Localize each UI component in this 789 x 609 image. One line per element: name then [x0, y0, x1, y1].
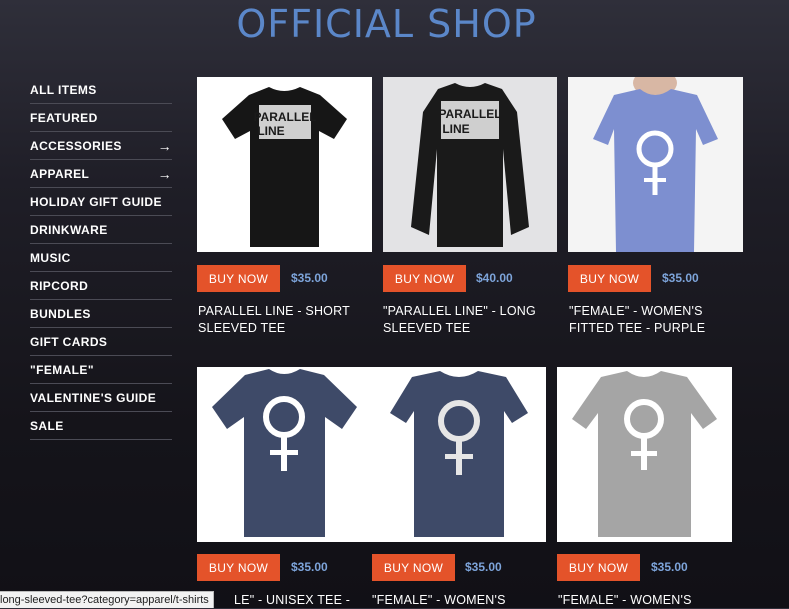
product-price: $40.00 [476, 271, 513, 285]
sidebar-item-music[interactable]: MUSIC [30, 244, 172, 272]
sidebar-item-label: HOLIDAY GIFT GUIDE [30, 194, 162, 209]
product-title-line: FITTED TEE - PURPLE [569, 321, 706, 335]
sidebar-item-gift-cards[interactable]: GIFT CARDS [30, 328, 172, 356]
sidebar-item-label: ACCESSORIES [30, 138, 122, 153]
product-title-line: SLEEVED TEE [198, 321, 286, 335]
sidebar-item-label: MUSIC [30, 250, 71, 265]
product-title[interactable]: LE" - UNISEX TEE - [234, 592, 394, 609]
product-title[interactable]: PARALLEL LINE - SHORT SLEEVED TEE [198, 303, 378, 337]
svg-text:LINE: LINE [442, 122, 469, 136]
product-title-line: PARALLEL LINE - SHORT [198, 304, 350, 318]
sidebar-item-label: FEATURED [30, 110, 98, 125]
buy-now-button[interactable]: BUY NOW [568, 265, 651, 292]
sidebar-item-sale[interactable]: SALE [30, 412, 172, 440]
buy-now-button[interactable]: BUY NOW [197, 554, 280, 581]
sidebar-item-valentines-guide[interactable]: VALENTINE'S GUIDE [30, 384, 172, 412]
buy-now-button[interactable]: BUY NOW [383, 265, 466, 292]
product-title[interactable]: "FEMALE" - WOMEN'S FITTED TEE - PURPLE [569, 303, 749, 337]
product-title-line: SLEEVED TEE [383, 321, 471, 335]
product-title-line: "FEMALE" - WOMEN'S [372, 593, 506, 607]
product-title[interactable]: "FEMALE" - WOMEN'S [558, 592, 738, 609]
product-title[interactable]: "PARALLEL LINE" - LONG SLEEVED TEE [383, 303, 563, 337]
svg-text:PARALLEL: PARALLEL [253, 110, 316, 124]
product-price: $35.00 [291, 560, 328, 574]
buy-now-button[interactable]: BUY NOW [557, 554, 640, 581]
product-title-line: LE" - UNISEX TEE - [234, 593, 351, 607]
sidebar-item-label: GIFT CARDS [30, 334, 108, 349]
product-image[interactable]: PARALLEL LINE [383, 77, 557, 252]
buy-now-button[interactable]: BUY NOW [197, 265, 280, 292]
sidebar-item-label: VALENTINE'S GUIDE [30, 390, 157, 405]
sidebar-item-label: BUNDLES [30, 306, 91, 321]
sidebar-item-featured[interactable]: FEATURED [30, 104, 172, 132]
sidebar-item-holiday-gift-guide[interactable]: HOLIDAY GIFT GUIDE [30, 188, 172, 216]
product-image[interactable]: PARALLEL LINE [197, 77, 372, 252]
product-price: $35.00 [662, 271, 699, 285]
product-title-line: "PARALLEL LINE" - LONG [383, 304, 536, 318]
sidebar-item-label: SALE [30, 418, 64, 433]
product-price: $35.00 [465, 560, 502, 574]
product-price: $35.00 [651, 560, 688, 574]
sidebar-item-label: APPAREL [30, 166, 90, 181]
product-image[interactable] [557, 367, 732, 542]
product-title[interactable]: "FEMALE" - WOMEN'S [372, 592, 552, 609]
sidebar-item-label: DRINKWARE [30, 222, 108, 237]
sidebar-item-all-items[interactable]: ALL ITEMS [30, 76, 172, 104]
product-title-line: "FEMALE" - WOMEN'S [558, 593, 692, 607]
svg-text:PARALLEL: PARALLEL [438, 107, 501, 121]
sidebar-item-bundles[interactable]: BUNDLES [30, 300, 172, 328]
arrow-right-icon[interactable]: → [158, 138, 172, 154]
product-image[interactable] [197, 367, 372, 542]
sidebar-item-ripcord[interactable]: RIPCORD [30, 272, 172, 300]
buy-now-button[interactable]: BUY NOW [372, 554, 455, 581]
category-sidebar: ALL ITEMS FEATURED ACCESSORIES → APPAREL →… [30, 76, 172, 440]
sidebar-item-female[interactable]: "FEMALE" [30, 356, 172, 384]
product-title-line: "FEMALE" - WOMEN'S [569, 304, 703, 318]
arrow-right-icon[interactable]: → [158, 166, 172, 182]
sidebar-item-accessories[interactable]: ACCESSORIES → [30, 132, 172, 160]
page-title: OFFICIAL SHOP [236, 2, 537, 46]
sidebar-item-label: RIPCORD [30, 278, 89, 293]
product-image[interactable] [372, 367, 546, 542]
svg-text:LINE: LINE [257, 124, 284, 138]
product-image[interactable] [568, 77, 743, 252]
sidebar-item-apparel[interactable]: APPAREL → [30, 160, 172, 188]
sidebar-item-label: "FEMALE" [30, 362, 94, 377]
product-price: $35.00 [291, 271, 328, 285]
sidebar-item-label: ALL ITEMS [30, 82, 97, 97]
sidebar-item-drinkware[interactable]: DRINKWARE [30, 216, 172, 244]
link-status-bar: long-sleeved-tee?category=apparel/t-shir… [0, 591, 214, 608]
